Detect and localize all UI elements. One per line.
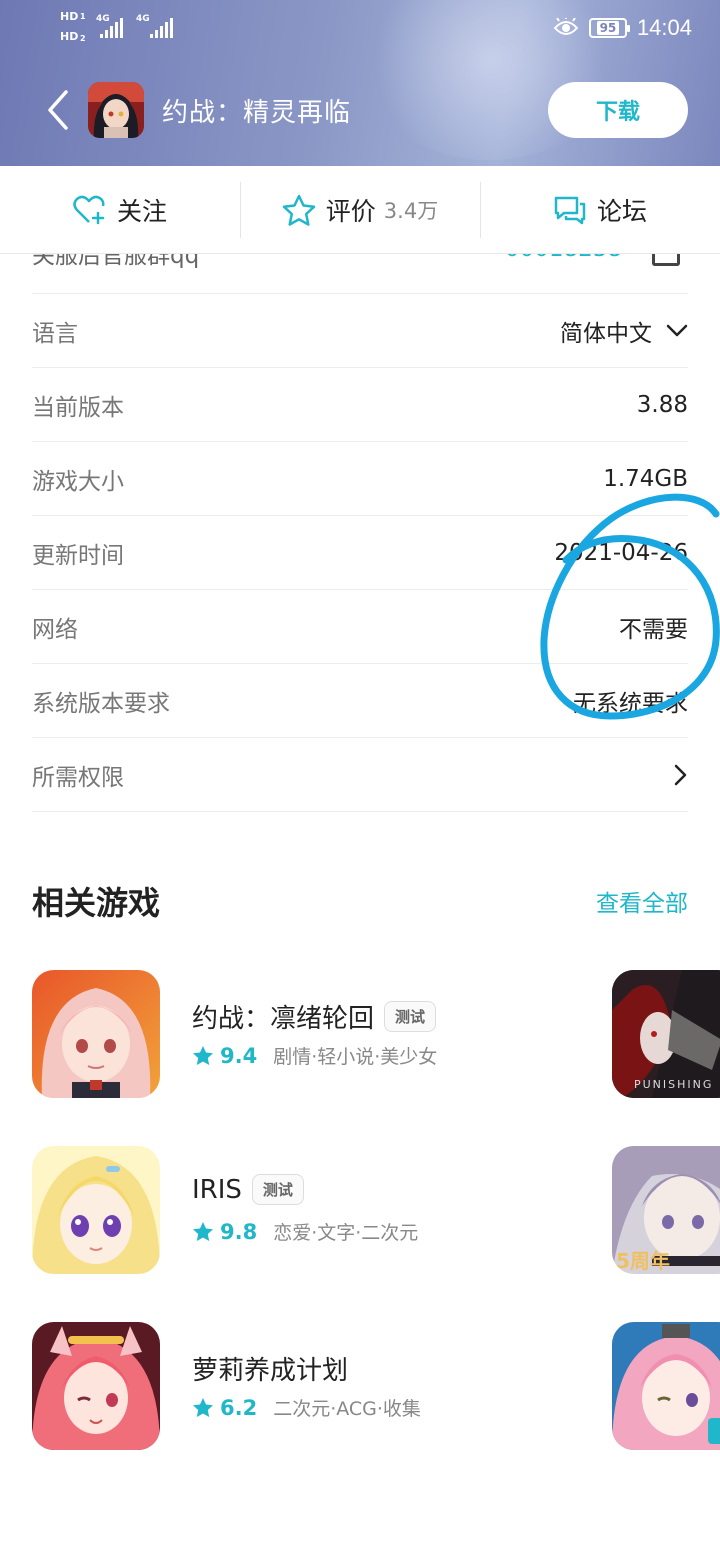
related-games-title: 相关游戏	[32, 884, 161, 922]
info-row-network: 网络 不需要	[32, 590, 688, 664]
sim2-slot-label: 2	[80, 34, 86, 43]
chevron-left-icon	[48, 90, 68, 130]
tab-rating-label: 评价	[325, 196, 376, 226]
sim1-slot-label: 1	[80, 12, 86, 21]
tab-follow[interactable]: 关注	[0, 166, 240, 253]
tab-forum-label: 论坛	[596, 196, 647, 226]
info-label: 当前版本	[32, 394, 124, 421]
rating-count: 3.4万	[383, 198, 439, 223]
eye-comfort-icon	[553, 18, 579, 35]
info-row-qq-group[interactable]: 关服后官服群qq 00018238	[32, 254, 688, 294]
signal2-label: 4G	[136, 14, 150, 24]
tab-rating[interactable]: 评价 3.4万	[240, 166, 480, 253]
info-label: 游戏大小	[32, 468, 124, 495]
chevron-down-icon	[666, 324, 688, 336]
beta-badge: 测试	[384, 1001, 437, 1032]
status-time: 14:04	[636, 15, 692, 40]
star-filled-icon	[193, 1045, 213, 1065]
tab-forum[interactable]: 论坛	[480, 166, 720, 253]
star-filled-icon	[193, 1397, 213, 1417]
side-icon-text: PUNISHING	[634, 1078, 713, 1091]
info-row-update-time: 更新时间 2021-04-26	[32, 516, 688, 590]
info-label: 网络	[32, 616, 78, 643]
signal2-bars-icon	[150, 18, 173, 38]
beta-badge: 测试	[251, 1174, 304, 1205]
download-button[interactable]: 下载	[548, 82, 688, 138]
info-row-size: 游戏大小 1.74GB	[32, 442, 688, 516]
info-value: 2021-04-26	[554, 539, 688, 566]
info-label: 更新时间	[32, 542, 124, 569]
tab-follow-label: 关注	[116, 196, 167, 226]
back-button[interactable]	[40, 86, 80, 134]
info-value: 1.74GB	[603, 465, 688, 492]
action-tabbar: 关注 评价 3.4万 论坛	[0, 166, 720, 254]
info-value: 简体中文	[560, 320, 652, 347]
info-row-language[interactable]: 语言 简体中文	[32, 294, 688, 368]
app-header: HD 1 HD 2 4G 4G 95 14:04 约战：精灵再临 下载	[0, 0, 720, 166]
sim2-hd-label: HD	[60, 30, 79, 43]
info-row-version: 当前版本 3.88	[32, 368, 688, 442]
related-game-icon-partial[interactable]: PUNISHING	[612, 970, 720, 1098]
info-value: 00018238	[505, 254, 622, 262]
game-icon	[32, 1322, 160, 1450]
star-outline-icon	[282, 194, 316, 226]
game-name: IRIS	[192, 1174, 242, 1205]
chevron-right-icon	[674, 764, 687, 785]
app-title: 约战：精灵再临	[162, 98, 352, 128]
app-icon	[88, 82, 144, 138]
related-game-icon-partial[interactable]: 5周年	[612, 1146, 720, 1274]
side-icon-text: 5周年	[616, 1249, 670, 1273]
game-name: 约战：凛绪轮回	[192, 1004, 375, 1034]
game-tags: 剧情·轻小说·美少女	[273, 1046, 438, 1068]
game-icon	[32, 1146, 160, 1274]
info-label: 所需权限	[32, 764, 124, 791]
info-label: 关服后官服群qq	[32, 254, 200, 269]
sim1-hd-label: HD	[60, 10, 79, 23]
info-label: 语言	[32, 320, 78, 347]
related-games-header: 相关游戏 查看全部	[32, 878, 688, 924]
info-value: 无系统要求	[573, 690, 688, 717]
game-name: 萝莉养成计划	[192, 1356, 349, 1386]
heart-plus-icon	[73, 195, 105, 224]
game-tags: 恋爱·文字·二次元	[273, 1222, 419, 1244]
game-score: 9.8	[220, 1219, 258, 1244]
info-row-permissions[interactable]: 所需权限	[32, 738, 688, 812]
battery-icon: 95	[588, 18, 630, 38]
status-bar-left: HD 1 HD 2 4G 4G	[60, 8, 180, 48]
related-game-icon-partial[interactable]	[612, 1322, 720, 1450]
info-value: 3.88	[636, 391, 688, 418]
chat-bubble-icon	[554, 196, 586, 224]
info-value: 不需要	[619, 616, 688, 643]
game-score: 9.4	[220, 1043, 258, 1068]
battery-level: 95	[596, 21, 620, 35]
status-bar-right: 95 14:04	[553, 10, 692, 46]
star-filled-icon	[193, 1221, 213, 1241]
copy-icon[interactable]	[652, 254, 680, 266]
game-info-list: 关服后官服群qq 00018238 语言 简体中文 当前版本 3.88 游戏大小…	[32, 254, 688, 812]
signal1-bars-icon	[100, 18, 123, 38]
game-tags: 二次元·ACG·收集	[273, 1398, 421, 1420]
game-score: 6.2	[220, 1395, 258, 1420]
view-all-link[interactable]: 查看全部	[596, 884, 688, 918]
info-row-system-requirement: 系统版本要求 无系统要求	[32, 664, 688, 738]
game-icon	[32, 970, 160, 1098]
info-label: 系统版本要求	[32, 690, 170, 717]
